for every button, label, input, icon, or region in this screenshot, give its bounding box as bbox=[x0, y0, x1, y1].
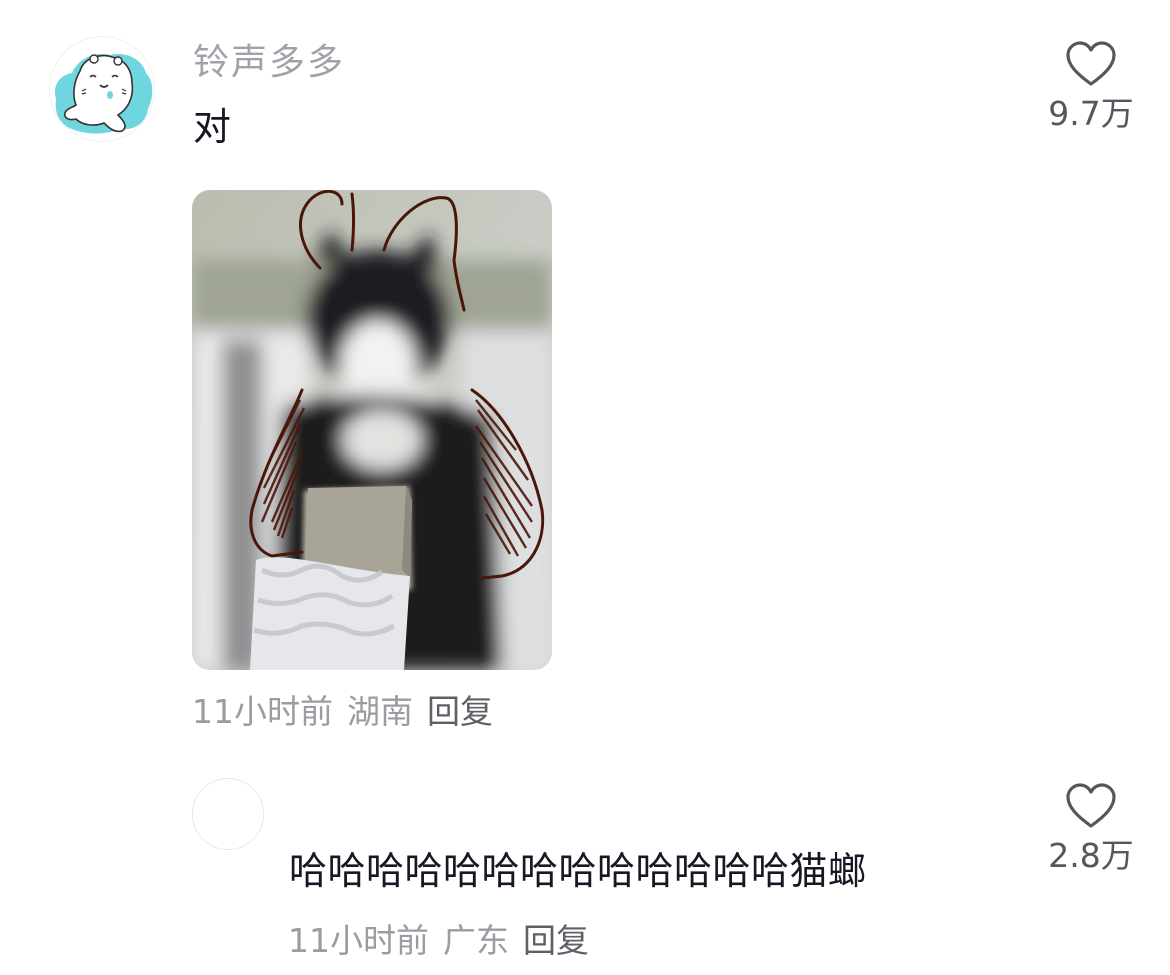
comment-time: 11小时前 bbox=[192, 692, 333, 731]
reply-like-count: 2.8万 bbox=[1048, 836, 1134, 875]
reply-reply-button[interactable]: 回复 bbox=[523, 921, 589, 960]
reply-meta: 11小时前 广东 回复 bbox=[288, 921, 603, 961]
seal-avatar-icon bbox=[50, 37, 154, 141]
reply-like-button[interactable]: 2.8万 bbox=[1036, 782, 1146, 876]
like-count: 9.7万 bbox=[1048, 94, 1134, 133]
comment-item: 铃声多多 对 11小时前 湖南 回复 9.7万 bbox=[0, 0, 1170, 740]
comment-text: 对 bbox=[193, 105, 232, 149]
cat-cockroach-photo bbox=[192, 190, 552, 670]
reply-time: 11小时前 bbox=[288, 921, 429, 960]
comment-location: 湖南 bbox=[347, 692, 413, 731]
like-button[interactable]: 9.7万 bbox=[1036, 40, 1146, 134]
comment-meta: 11小时前 湖南 回复 bbox=[192, 692, 507, 732]
reply-user-avatar[interactable] bbox=[192, 778, 264, 850]
heart-icon bbox=[1066, 783, 1116, 828]
reply-location: 广东 bbox=[443, 921, 509, 960]
reply-button[interactable]: 回复 bbox=[427, 692, 493, 731]
user-avatar[interactable] bbox=[49, 36, 155, 142]
heart-icon bbox=[1066, 41, 1116, 86]
reply-text: 哈哈哈哈哈哈哈哈哈哈哈哈哈猫螂 bbox=[289, 849, 867, 893]
comment-photo[interactable] bbox=[192, 190, 552, 670]
blank-avatar-icon bbox=[193, 779, 263, 849]
comment-username[interactable]: 铃声多多 bbox=[193, 40, 345, 86]
